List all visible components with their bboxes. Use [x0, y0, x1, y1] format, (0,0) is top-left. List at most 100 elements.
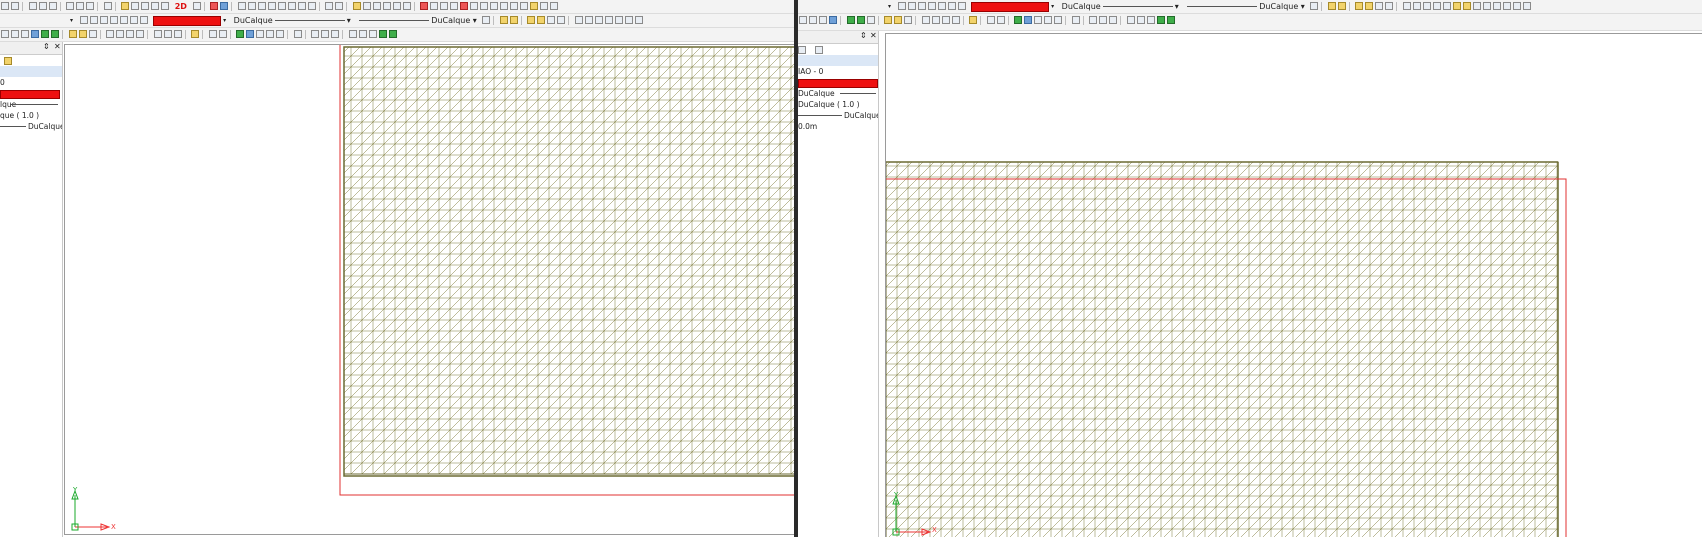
otrack-icon[interactable]	[126, 30, 135, 38]
earthwork-icon[interactable]	[388, 30, 397, 38]
plot-style-icon[interactable]	[482, 16, 491, 24]
layer-state-icon[interactable]	[79, 16, 88, 24]
erase-icon[interactable]	[540, 2, 549, 10]
properties-icon[interactable]	[1523, 2, 1532, 10]
prop-select-icon[interactable]	[809, 16, 817, 24]
offset-icon[interactable]	[557, 16, 566, 24]
bring-front-icon[interactable]	[996, 16, 1005, 24]
rotate-icon[interactable]	[1413, 2, 1422, 10]
profile-icon[interactable]	[1044, 16, 1053, 24]
linetype-combo[interactable]: DuCalque ▾	[234, 14, 351, 27]
zoom-extents-icon[interactable]	[287, 2, 296, 10]
bring-front-icon[interactable]	[218, 30, 227, 38]
ducs-icon[interactable]	[951, 16, 960, 24]
layer-walk-icon[interactable]	[139, 16, 148, 24]
send-back-icon[interactable]	[208, 30, 217, 38]
close-icon[interactable]: ✕	[54, 42, 61, 51]
toggle-pickadd-icon[interactable]	[829, 16, 837, 24]
move-icon[interactable]	[1355, 2, 1364, 10]
view-3d-icon[interactable]	[220, 2, 229, 10]
select-objects-icon[interactable]	[798, 46, 806, 54]
layer-previous-icon[interactable]	[89, 16, 98, 24]
trim-icon[interactable]	[1433, 2, 1442, 10]
send-back-icon[interactable]	[986, 16, 995, 24]
left-panel-lineweight-row[interactable]: DuCalque	[0, 121, 62, 132]
ortho-icon[interactable]	[88, 30, 97, 38]
layer-freeze-icon[interactable]	[119, 16, 128, 24]
triangulated-surface[interactable]	[343, 46, 795, 475]
layer-lock-icon[interactable]	[129, 16, 138, 24]
cut-icon[interactable]	[28, 2, 37, 10]
pan-icon[interactable]	[237, 2, 246, 10]
explode-icon[interactable]	[635, 16, 644, 24]
slope-icon[interactable]	[256, 30, 265, 38]
platform-icon[interactable]	[1136, 16, 1145, 24]
right-panel-lineweight-row[interactable]: DuCalque	[798, 110, 878, 121]
axis-icon[interactable]	[311, 30, 320, 38]
prop-select-icon[interactable]	[11, 30, 19, 38]
move-icon[interactable]	[527, 16, 536, 24]
arc-icon[interactable]	[470, 2, 479, 10]
left-panel-layer-row[interactable]: 0	[0, 77, 62, 88]
prop-filter-icon[interactable]	[1, 30, 9, 38]
zoom-out-icon[interactable]	[267, 2, 276, 10]
pencil-icon[interactable]	[352, 2, 361, 10]
xline-icon[interactable]	[440, 2, 449, 10]
group-icon[interactable]	[1327, 2, 1336, 10]
right-drawing-canvas[interactable]: Y X	[885, 33, 1702, 537]
cut-fill-icon[interactable]	[1156, 16, 1165, 24]
axis-icon[interactable]	[1089, 16, 1098, 24]
match-properties-icon[interactable]	[121, 2, 130, 10]
grid-icon[interactable]	[78, 30, 87, 38]
layer-previous-icon[interactable]	[907, 2, 916, 10]
plot-style-icon[interactable]	[1310, 2, 1319, 10]
point-icon[interactable]	[420, 2, 429, 10]
talus-icon[interactable]	[1146, 16, 1155, 24]
table-icon[interactable]	[530, 2, 539, 10]
brush-icon[interactable]	[392, 2, 401, 10]
ungroup-icon[interactable]	[509, 16, 518, 24]
ducs-icon[interactable]	[136, 30, 145, 38]
right-panel-layer-row[interactable]: IAO - 0	[798, 66, 878, 77]
pointer-icon[interactable]	[402, 2, 411, 10]
color-selector[interactable]	[971, 2, 1050, 12]
mode-2d-label[interactable]: 2D	[175, 0, 187, 13]
offset-icon[interactable]	[1385, 2, 1394, 10]
layer-walk-icon[interactable]	[957, 2, 966, 10]
otrack-icon[interactable]	[941, 16, 950, 24]
surface-icon[interactable]	[236, 30, 245, 38]
orbit-icon[interactable]	[210, 2, 219, 10]
new-file-icon[interactable]	[1, 2, 9, 10]
volume-icon[interactable]	[293, 30, 302, 38]
layer-iso-icon[interactable]	[917, 2, 926, 10]
contour-icon[interactable]	[1024, 16, 1033, 24]
layer-freeze-icon[interactable]	[937, 2, 946, 10]
copy-object-icon[interactable]	[537, 16, 546, 24]
pin-icon[interactable]: ⇕	[43, 42, 50, 51]
mirror-icon[interactable]	[1375, 2, 1384, 10]
chamfer-icon[interactable]	[1463, 2, 1472, 10]
copy-icon[interactable]	[38, 2, 47, 10]
polygon-icon[interactable]	[460, 2, 469, 10]
nav-icon[interactable]	[866, 16, 875, 24]
osnap-icon[interactable]	[116, 30, 125, 38]
label-icon[interactable]	[1109, 16, 1118, 24]
section-icon[interactable]	[276, 30, 285, 38]
quick-select-panel-icon[interactable]	[815, 46, 824, 54]
platform-icon[interactable]	[358, 30, 367, 38]
tpy-icon[interactable]	[173, 30, 182, 38]
volume-icon[interactable]	[1071, 16, 1080, 24]
regen-icon[interactable]	[307, 2, 316, 10]
save-icon[interactable]	[11, 2, 19, 10]
earthwork-icon[interactable]	[1166, 16, 1175, 24]
block-icon[interactable]	[141, 2, 150, 10]
break-icon[interactable]	[1473, 2, 1482, 10]
mirror-icon[interactable]	[547, 16, 556, 24]
layer-manager-icon[interactable]	[131, 2, 140, 10]
line-icon[interactable]	[430, 2, 439, 10]
lineweight-combo[interactable]: DuCalque ▾	[1185, 0, 1305, 13]
zoom-realtime-icon[interactable]	[247, 2, 256, 10]
prop-filter-icon[interactable]	[799, 16, 807, 24]
ungroup-icon[interactable]	[1337, 2, 1346, 10]
layer-off-icon[interactable]	[927, 2, 936, 10]
